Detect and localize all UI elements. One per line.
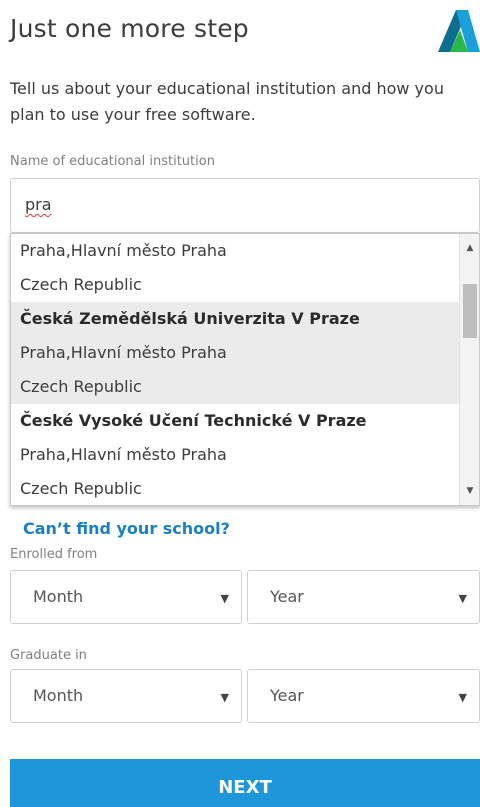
suggestion-country: Czech Republic	[20, 479, 142, 498]
enrolled-from-label: Enrolled from	[10, 547, 98, 562]
dropdown-scrollbar[interactable]: ▲ ▼	[459, 234, 479, 505]
graduate-in-label: Graduate in	[10, 648, 87, 663]
enrolled-month-value: Month	[33, 587, 84, 606]
suggestion-item[interactable]: České Vysoké Učení Technické V Praze Pra…	[11, 404, 461, 505]
suggestion-name: České Vysoké Učení Technické V Praze	[20, 411, 367, 430]
suggestion-region: Praha,Hlavní město Praha	[20, 445, 227, 464]
chevron-down-icon: ▼	[220, 691, 229, 704]
next-button[interactable]: NEXT	[10, 759, 480, 807]
suggestion-country: Czech Republic	[20, 377, 142, 396]
scroll-down-arrow-icon[interactable]: ▼	[460, 483, 479, 499]
suggestion-region: Praha,Hlavní město Praha	[20, 343, 227, 362]
institution-input-value: pra	[25, 195, 52, 214]
suggestion-region: Praha,Hlavní město Praha	[20, 241, 227, 260]
suggestion-country: Czech Republic	[20, 275, 142, 294]
graduate-year-value: Year	[270, 686, 304, 705]
suggestion-name: Česká Zemědělská Univerzita V Praze	[20, 309, 360, 328]
graduate-year-select[interactable]: Year ▼	[247, 669, 480, 723]
institution-suggestions-dropdown[interactable]: Praha,Hlavní město Praha Czech Republic …	[10, 233, 480, 506]
suggestions-list: Praha,Hlavní město Praha Czech Republic …	[11, 234, 461, 505]
graduate-month-value: Month	[33, 686, 84, 705]
graduate-month-select[interactable]: Month ▼	[10, 669, 242, 723]
chevron-down-icon: ▼	[220, 592, 229, 605]
chevron-down-icon: ▼	[458, 592, 467, 605]
chevron-down-icon: ▼	[458, 691, 467, 704]
scroll-up-arrow-icon[interactable]: ▲	[460, 240, 479, 256]
enrolled-month-select[interactable]: Month ▼	[10, 570, 242, 624]
cant-find-school-link[interactable]: Can’t find your school?	[23, 519, 230, 538]
intro-text: Tell us about your educational instituti…	[10, 79, 444, 124]
institution-label: Name of educational institution	[10, 154, 215, 169]
scrollbar-thumb[interactable]	[463, 284, 477, 338]
enrolled-year-select[interactable]: Year ▼	[247, 570, 480, 624]
autodesk-logo-icon	[438, 10, 480, 52]
enrolled-year-value: Year	[270, 587, 304, 606]
institution-input[interactable]: pra	[10, 178, 480, 233]
page-title: Just one more step	[10, 14, 249, 43]
suggestion-item[interactable]: Praha,Hlavní město Praha Czech Republic	[11, 234, 461, 302]
suggestion-item[interactable]: Česká Zemědělská Univerzita V Praze Prah…	[11, 302, 461, 404]
